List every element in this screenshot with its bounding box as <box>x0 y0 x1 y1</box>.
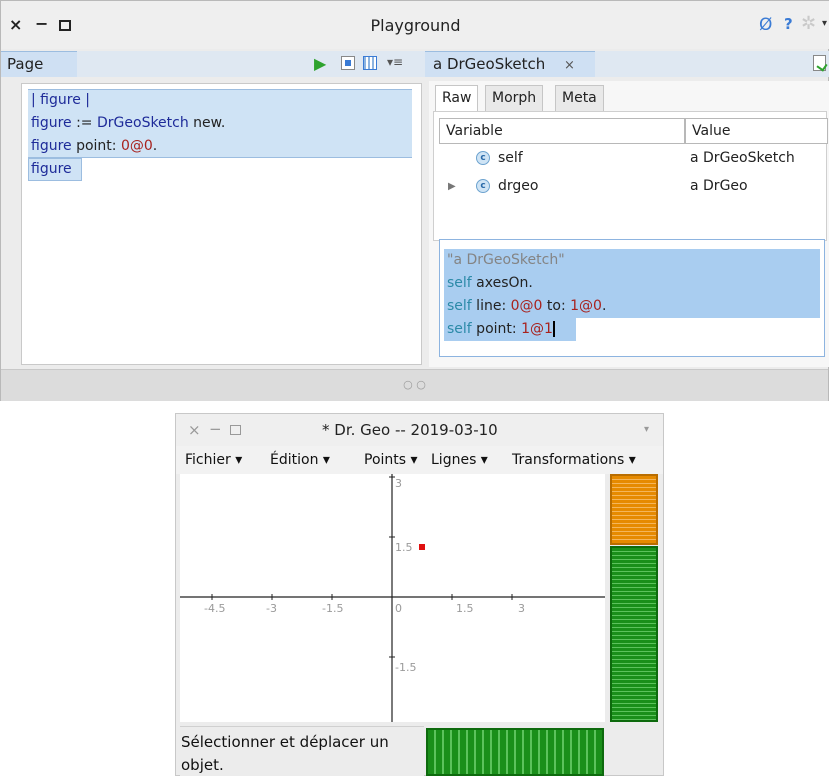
x-tick-label: 3 <box>518 602 525 615</box>
x-tick-label: -1.5 <box>322 602 344 615</box>
subtab-raw[interactable]: Raw <box>435 85 479 112</box>
tab-inspector[interactable]: a DrGeoSketch × <box>425 51 595 77</box>
sync-icon[interactable]: Ø <box>759 15 772 35</box>
window-title: * Dr. Geo -- 2019-03-10 <box>322 421 498 439</box>
status-strip: ○ ○ <box>1 369 828 401</box>
playground-editor[interactable]: | figure | figure := DrGeoSketch new. fi… <box>21 83 422 365</box>
x-tick-label: -3 <box>266 602 277 615</box>
code-block: | figure | figure := DrGeoSketch new. fi… <box>31 89 225 181</box>
window-title: Playground <box>370 16 461 35</box>
menu-bar: Fichier ▾ Édition ▾ Points ▾ Lignes ▾ Tr… <box>176 446 663 474</box>
play-icon[interactable]: ▶ <box>314 54 326 73</box>
eval-code: "a DrGeoSketch" self axesOn. self line: … <box>447 249 606 341</box>
chevron-down-icon[interactable]: ▾ <box>644 424 649 435</box>
menu-points[interactable]: Points ▾ <box>364 446 418 474</box>
chevron-down-icon[interactable]: ▾ <box>822 18 827 29</box>
title-bar: × − Playground Ø ? ✲ ▾ <box>1 1 829 49</box>
menu-edition[interactable]: Édition ▾ <box>270 446 330 474</box>
minimize-icon[interactable]: − <box>209 420 222 438</box>
drgeo-title-bar: × − * Dr. Geo -- 2019-03-10 ▾ <box>176 414 663 446</box>
menu-transformations[interactable]: Transformations ▾ <box>512 446 636 474</box>
geometry-point[interactable] <box>419 544 425 550</box>
column-header-value[interactable]: Value <box>685 118 828 144</box>
row-value: a DrGeoSketch <box>690 150 795 166</box>
status-area: Sélectionner et déplacer un objet. <box>180 726 424 776</box>
class-icon: c <box>476 179 490 193</box>
row-variable: self <box>498 150 523 166</box>
eval-editor[interactable]: "a DrGeoSketch" self axesOn. self line: … <box>439 239 825 357</box>
eval-line-2: self line: 0@0 to: 1@0. <box>447 298 607 314</box>
subtab-meta[interactable]: Meta <box>555 85 604 112</box>
code-line-3: figure point: 0@0. <box>31 138 158 154</box>
close-icon[interactable]: × <box>188 421 201 439</box>
x-tick-label: -4.5 <box>204 602 226 615</box>
green-tool-panel[interactable] <box>610 546 658 722</box>
table-row[interactable]: ▶ c drgeo a DrGeo <box>434 172 828 200</box>
close-tab-icon[interactable]: × <box>564 58 575 73</box>
subtab-morph[interactable]: Morph <box>485 85 544 112</box>
axis-ticks <box>211 476 513 658</box>
variables-table: Variable Value c self a DrGeoSketch ▶ c … <box>433 111 828 241</box>
row-value: a DrGeo <box>690 178 748 194</box>
code-line-4: figure <box>31 161 72 177</box>
table-icon[interactable] <box>363 56 377 70</box>
expand-triangle-icon[interactable]: ▶ <box>448 173 456 201</box>
green-bottom-panel[interactable] <box>426 728 604 776</box>
geometry-svg <box>180 474 605 722</box>
code-line-2: figure := DrGeoSketch new. <box>31 115 226 131</box>
drgeo-window: × − * Dr. Geo -- 2019-03-10 ▾ Fichier ▾ … <box>175 413 664 776</box>
table-row[interactable]: c self a DrGeoSketch <box>434 144 828 172</box>
maximize-icon[interactable] <box>230 425 241 435</box>
help-icon[interactable]: ? <box>784 15 793 33</box>
y-tick-label: -1.5 <box>395 661 417 674</box>
inspect-icon[interactable] <box>341 56 355 70</box>
menu-fichier[interactable]: Fichier ▾ <box>185 446 242 474</box>
tab-inspector-label: a DrGeoSketch <box>433 55 546 73</box>
gear-icon[interactable]: ✲ <box>801 13 816 34</box>
x-tick-label: 1.5 <box>456 602 474 615</box>
eval-line-1: self axesOn. <box>447 275 533 291</box>
drawing-canvas[interactable]: -4.5 -3 -1.5 0 1.5 3 3 1.5 -1.5 <box>180 474 605 722</box>
splitter-dots[interactable]: ○ ○ <box>1 378 828 391</box>
class-icon: c <box>476 151 490 165</box>
menu-lignes[interactable]: Lignes ▾ <box>431 446 488 474</box>
eval-line-3: self point: 1@1 <box>447 321 555 337</box>
page-tabbar: Page ▶ ▾≡ <box>1 51 425 77</box>
column-header-variable[interactable]: Variable <box>439 118 685 144</box>
y-tick-label: 3 <box>395 477 402 490</box>
playground-window: × − Playground Ø ? ✲ ▾ Page ▶ ▾≡ a DrGeo… <box>0 0 829 401</box>
row-variable: drgeo <box>498 178 539 194</box>
eval-line-comment: "a DrGeoSketch" <box>447 252 565 268</box>
x-tick-label: 0 <box>395 602 402 615</box>
document-icon[interactable] <box>813 55 828 72</box>
menu-icon[interactable]: ▾≡ <box>387 55 403 69</box>
text-cursor <box>552 321 555 337</box>
orange-tool-panel[interactable] <box>610 474 658 545</box>
code-line-1: | figure | <box>31 92 90 108</box>
tab-page[interactable]: Page <box>1 51 77 77</box>
inspector-tabbar: a DrGeoSketch × <box>425 51 829 77</box>
inspector-pane: Raw Morph Meta Variable Value c self a D… <box>429 81 829 367</box>
status-text: Sélectionner et déplacer un objet. <box>181 733 389 774</box>
y-tick-label: 1.5 <box>395 541 413 554</box>
